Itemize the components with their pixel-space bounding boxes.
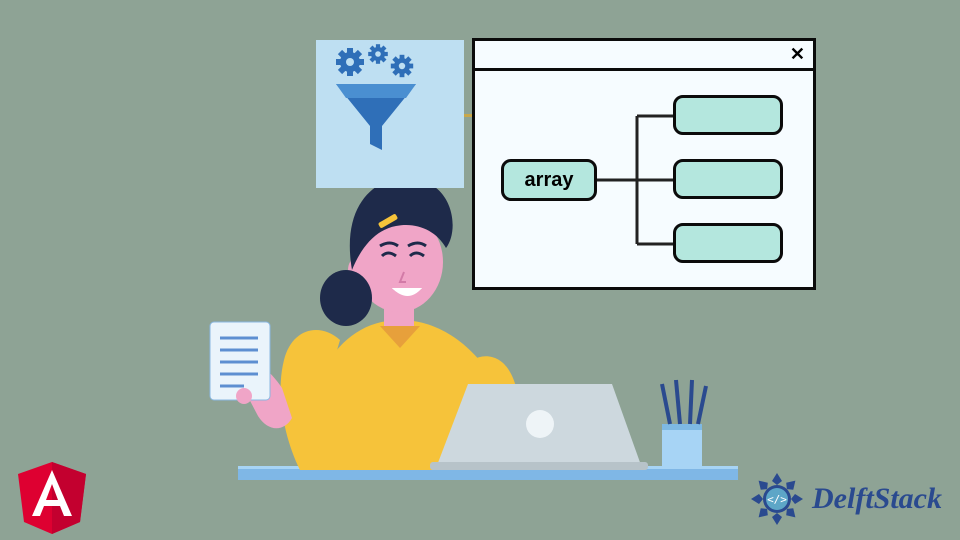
diagram-leaf-node	[673, 223, 783, 263]
diagram-leaf-node	[673, 95, 783, 135]
angular-shield-icon	[18, 462, 86, 534]
diagram-root-label: array	[525, 169, 574, 192]
window-titlebar: ✕	[475, 41, 813, 71]
watermark-seal-icon: </>	[748, 470, 806, 528]
close-icon: ✕	[790, 44, 805, 65]
svg-text:</>: </>	[767, 493, 787, 506]
diagram-body: array	[475, 71, 813, 287]
array-diagram-window: ✕ array	[472, 38, 816, 290]
funnel-icon	[316, 40, 436, 160]
diagram-root-node: array	[501, 159, 597, 201]
watermark-brand-text: DelftStack	[812, 482, 942, 516]
angular-logo	[18, 462, 86, 534]
watermark: </> DelftStack	[748, 470, 942, 528]
filter-funnel-tile	[316, 40, 464, 188]
diagram-leaf-node	[673, 159, 783, 199]
illustration-stage: ✕ array	[0, 0, 960, 540]
